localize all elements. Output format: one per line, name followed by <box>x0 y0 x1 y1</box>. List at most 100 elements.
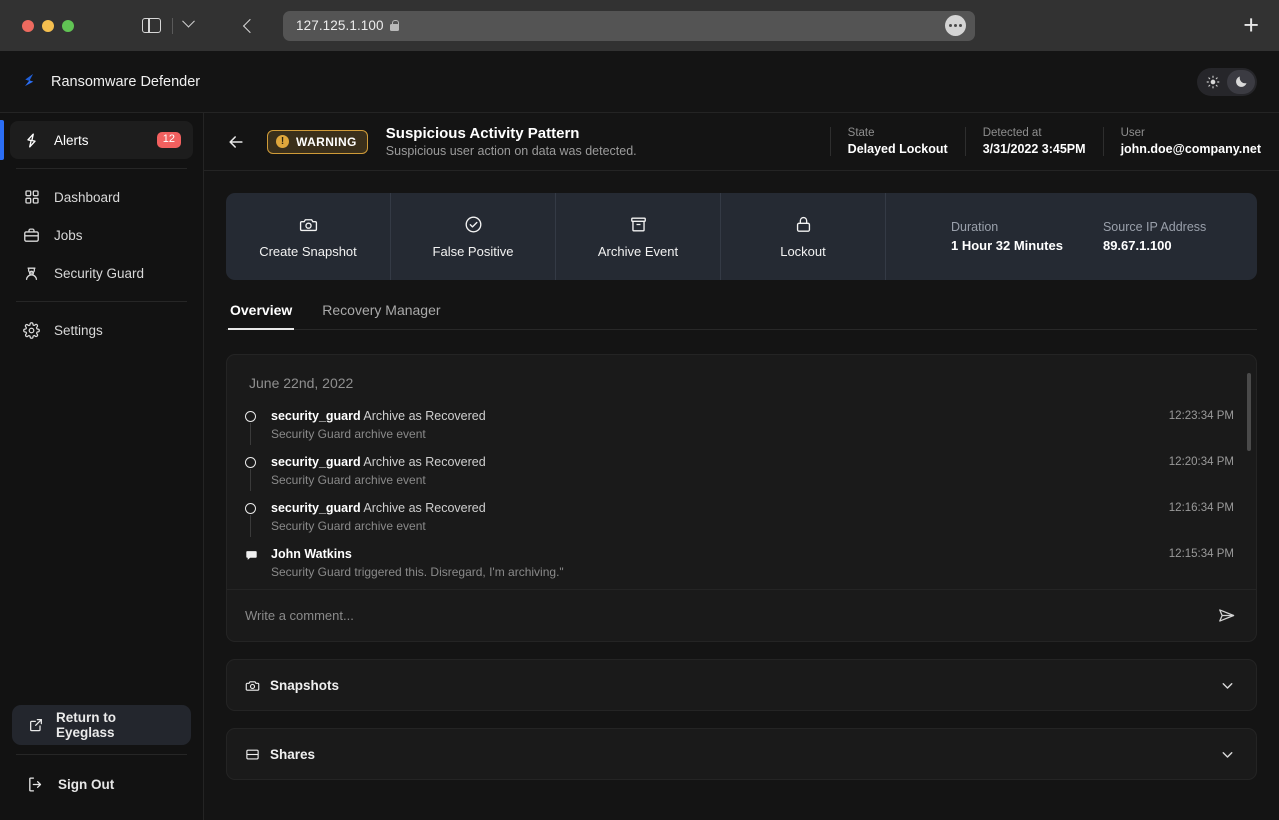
timeline-rail <box>245 501 271 537</box>
new-tab-button[interactable]: + <box>1243 12 1265 39</box>
guard-icon <box>22 264 41 283</box>
sidebar-item-label: Jobs <box>54 227 83 243</box>
comment-input[interactable] <box>245 608 1217 623</box>
chevron-down-icon[interactable] <box>1219 677 1236 694</box>
alert-meta-group: State Delayed Lockout Detected at 3/31/2… <box>829 127 1261 156</box>
action-label: Create Snapshot <box>259 243 357 259</box>
toolbar-divider <box>172 17 173 34</box>
info-value: 1 Hour 32 Minutes <box>951 238 1063 253</box>
action-toolbar: Create Snapshot False Positive Archive E… <box>226 193 1257 280</box>
sun-icon[interactable] <box>1199 70 1227 94</box>
meta-label: State <box>847 127 875 139</box>
create-snapshot-button[interactable]: Create Snapshot <box>226 193 391 280</box>
timeline-line <box>250 423 251 445</box>
camera-icon <box>299 215 318 234</box>
alerts-badge: 12 <box>156 132 181 148</box>
sidebar-item-dashboard[interactable]: Dashboard <box>10 178 193 216</box>
tab-recovery-manager[interactable]: Recovery Manager <box>320 302 442 329</box>
entry-actor: security_guard <box>271 409 361 423</box>
close-window-button[interactable] <box>22 19 34 32</box>
sidebar-item-jobs[interactable]: Jobs <box>10 216 193 254</box>
chevron-down-icon[interactable] <box>182 14 195 28</box>
action-label: Lockout <box>780 243 826 259</box>
section-snapshots[interactable]: Snapshots <box>226 659 1257 711</box>
browser-sidebar-toggle[interactable] <box>142 18 161 33</box>
entry-actor: security_guard <box>271 501 361 515</box>
info-duration: Duration 1 Hour 32 Minutes <box>951 220 1063 253</box>
arrow-left-icon[interactable] <box>226 132 246 152</box>
alert-header: ! WARNING Suspicious Activity Pattern Su… <box>204 113 1279 171</box>
grid-icon <box>22 188 41 207</box>
info-label: Duration <box>951 220 999 234</box>
sidebar-item-security-guard[interactable]: Security Guard <box>10 254 193 292</box>
timeline-rail <box>245 455 271 491</box>
sidebar-item-label: Dashboard <box>54 189 121 205</box>
entry-actor: John Watkins <box>271 547 352 561</box>
info-label: Source IP Address <box>1102 220 1207 234</box>
alert-title-group: Suspicious Activity Pattern Suspicious u… <box>386 125 637 158</box>
sign-out-button[interactable]: Sign Out <box>12 764 191 804</box>
briefcase-icon <box>22 226 41 245</box>
window-traffic-lights <box>22 19 74 32</box>
action-info-group: Duration 1 Hour 32 Minutes Source IP Add… <box>886 193 1257 280</box>
meta-label: Detected at <box>982 127 1042 139</box>
sidebar-divider <box>16 754 187 755</box>
timeline-rail <box>245 409 271 445</box>
entry-timestamp: 12:23:34 PM <box>1168 410 1234 422</box>
meta-detected-at: Detected at 3/31/2022 3:45PM <box>964 127 1103 156</box>
send-icon[interactable] <box>1217 606 1236 625</box>
entry-body: security_guard Archive as Recovered Secu… <box>271 455 1155 487</box>
address-bar[interactable]: 127.125.1.100 <box>283 10 975 41</box>
minimize-window-button[interactable] <box>42 19 54 32</box>
entry-timestamp: 12:16:34 PM <box>1168 502 1234 514</box>
return-to-eyeglass-button[interactable]: Return to Eyeglass <box>12 705 191 745</box>
brand-name: Ransomware Defender <box>51 73 201 90</box>
sidebar: Alerts 12 Dashboard Jobs Security Guard … <box>0 113 204 820</box>
sidebar-item-settings[interactable]: Settings <box>10 311 193 349</box>
action-label: False Positive <box>432 243 514 259</box>
meta-state: State Delayed Lockout <box>829 127 965 156</box>
feed-scrollbar[interactable] <box>1247 373 1251 451</box>
theme-toggle[interactable] <box>1197 67 1257 96</box>
section-title: Shares <box>270 746 316 762</box>
chevron-down-icon[interactable] <box>1219 746 1236 763</box>
external-link-icon <box>26 716 45 735</box>
entry-actor: security_guard <box>271 455 361 469</box>
false-positive-button[interactable]: False Positive <box>391 193 556 280</box>
entry-action: Archive as Recovered <box>363 501 486 515</box>
tab-overview[interactable]: Overview <box>228 302 295 330</box>
sidebar-item-label: Security Guard <box>54 265 145 281</box>
server-icon <box>245 747 260 762</box>
page-subtitle: Suspicious user action on data was detec… <box>385 144 637 158</box>
info-value: 89.67.1.100 <box>1102 238 1172 253</box>
entry-headline: security_guard Archive as Recovered <box>271 409 1155 423</box>
maximize-window-button[interactable] <box>62 19 74 32</box>
content-scroll-area: Create Snapshot False Positive Archive E… <box>204 171 1279 820</box>
timeline-line <box>250 469 251 491</box>
entry-headline: security_guard Archive as Recovered <box>271 501 1155 515</box>
url-text: 127.125.1.100 <box>296 18 384 33</box>
browser-toolbar: 127.125.1.100 + <box>0 0 1279 51</box>
sidebar-item-alerts[interactable]: Alerts 12 <box>0 120 193 160</box>
meta-value: Delayed Lockout <box>847 142 948 156</box>
lockout-button[interactable]: Lockout <box>721 193 886 280</box>
feed-date-header: June 22nd, 2022 <box>249 375 354 391</box>
info-source-ip: Source IP Address 89.67.1.100 <box>1103 220 1206 253</box>
chevron-left-icon[interactable] <box>242 18 258 33</box>
moon-icon[interactable] <box>1227 69 1255 94</box>
section-shares[interactable]: Shares <box>226 728 1257 780</box>
brand: Ransomware Defender <box>20 72 200 92</box>
entry-detail: Security Guard archive event <box>271 519 426 533</box>
severity-label: WARNING <box>296 134 357 149</box>
section-title: Snapshots <box>270 677 340 693</box>
bolt-logo-icon <box>20 72 40 92</box>
ellipsis-icon[interactable] <box>945 15 966 36</box>
page-title: Suspicious Activity Pattern <box>385 125 580 142</box>
archive-event-button[interactable]: Archive Event <box>556 193 721 280</box>
sidebar-item-label: Alerts <box>54 132 89 148</box>
main-content: ! WARNING Suspicious Activity Pattern Su… <box>204 113 1279 820</box>
sidebar-item-label: Settings <box>54 322 103 338</box>
bolt-icon <box>22 131 41 150</box>
meta-value: 3/31/2022 3:45PM <box>982 142 1086 156</box>
